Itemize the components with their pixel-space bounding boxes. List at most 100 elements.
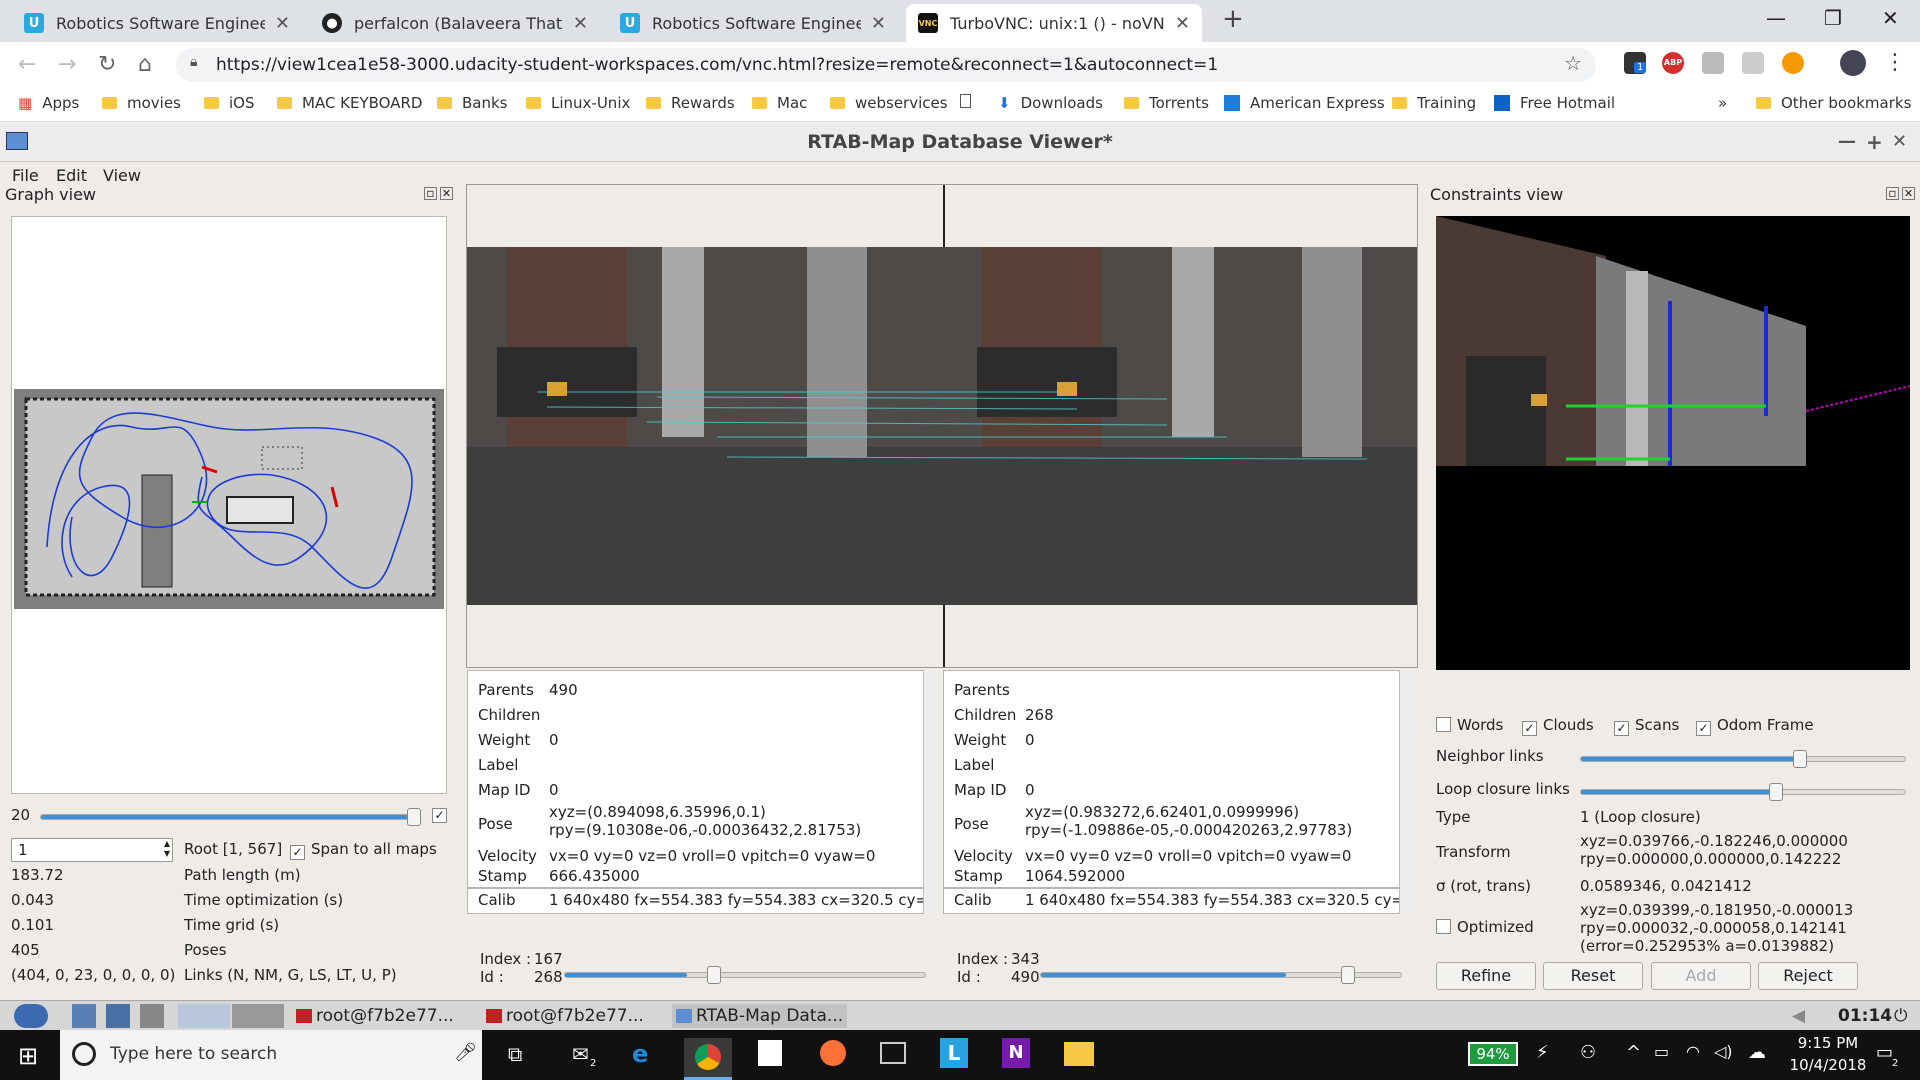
spin-arrows-icon[interactable]: ▲ ▼ (164, 839, 170, 859)
root-id-spinbox[interactable]: 1 ▲ ▼ (11, 838, 173, 862)
float-panel-icon[interactable]: ▫ (424, 187, 437, 200)
words-checkbox[interactable]: Words (1436, 716, 1503, 734)
add-button[interactable]: Add (1651, 962, 1751, 990)
wifi-icon[interactable]: ◠ (1686, 1042, 1700, 1061)
bookmark-page[interactable] (960, 94, 971, 108)
bookmark-mac[interactable]: Mac (752, 94, 807, 112)
microphone-icon[interactable]: 🎤︎ (454, 1042, 477, 1063)
bookmark-star-icon[interactable]: ☆ (1564, 51, 1582, 75)
power-icon[interactable]: ⏻ (1894, 1004, 1907, 1028)
windows-start-icon[interactable]: ⊞ (18, 1042, 38, 1070)
console-icon[interactable] (880, 1042, 906, 1064)
system-time[interactable]: 9:15 PM (1788, 1034, 1868, 1052)
bookmark-linux-unix[interactable]: Linux-Unix (526, 94, 630, 112)
menu-kebab-icon[interactable]: ⋮ (1884, 50, 1906, 75)
left-info-scrollbar[interactable] (923, 670, 941, 914)
bookmark-banks[interactable]: Banks (437, 94, 508, 112)
file-manager-icon[interactable] (72, 1004, 96, 1028)
edge-icon[interactable]: e (632, 1040, 648, 1068)
reload-icon[interactable]: ↻ (98, 52, 116, 77)
bookmark-ios[interactable]: iOS (204, 94, 255, 112)
firefox-icon[interactable] (820, 1040, 846, 1066)
people-icon[interactable]: ⚇ (1580, 1042, 1596, 1063)
bookmark-webservices[interactable]: webservices (830, 94, 948, 112)
close-window-button[interactable]: ✕ (1882, 6, 1899, 30)
onenote-icon[interactable]: N (1002, 1038, 1030, 1068)
close-tab-icon[interactable]: ✕ (871, 13, 886, 34)
lync-icon[interactable]: L (940, 1038, 968, 1068)
graph-iterations-slider[interactable] (40, 808, 421, 826)
onedrive-icon[interactable]: ☁ (1748, 1042, 1766, 1063)
vnc-start-icon[interactable] (14, 1004, 48, 1028)
minimize-window-button[interactable]: — (1766, 6, 1786, 30)
browser-tab-2[interactable]: ● perfalcon (Balaveera Thatikonda) ✕ (310, 4, 600, 42)
system-date[interactable]: 10/4/2018 (1788, 1056, 1868, 1074)
task-view-icon[interactable]: ⧉ (508, 1042, 522, 1066)
bookmark-rewards[interactable]: Rewards (646, 94, 735, 112)
close-tab-icon[interactable]: ✕ (573, 13, 588, 34)
forward-icon[interactable]: → (58, 52, 76, 77)
workspace-switcher-2[interactable] (232, 1004, 284, 1028)
network-icon[interactable] (106, 1004, 130, 1028)
extension-2-icon[interactable] (1702, 52, 1724, 74)
slider-handle[interactable] (1793, 750, 1807, 768)
store-icon[interactable] (758, 1040, 782, 1066)
close-tab-icon[interactable]: ✕ (275, 13, 290, 34)
bookmark-training[interactable]: Training (1392, 94, 1476, 112)
optimized-checkbox[interactable]: Optimized (1436, 918, 1534, 936)
right-index-slider[interactable] (1040, 966, 1402, 984)
bookmark-movies[interactable]: movies (102, 94, 181, 112)
graph-view-canvas[interactable] (11, 216, 447, 794)
app-minimize-icon[interactable]: — (1838, 122, 1856, 162)
new-tab-button[interactable]: + (1222, 4, 1244, 34)
maximize-window-button[interactable]: ❐ (1824, 6, 1842, 30)
volume-icon[interactable]: ◁) (1714, 1042, 1733, 1061)
adblock-icon[interactable]: ABP (1662, 52, 1684, 74)
browser-tab-4[interactable]: VNC TurboVNC: unix:1 () - noVNC ✕ (906, 4, 1202, 42)
slider-handle[interactable] (1769, 783, 1783, 801)
extension-4-icon[interactable] (1782, 52, 1804, 74)
chrome-taskbar-button[interactable] (684, 1038, 732, 1080)
span-all-maps-checkbox[interactable]: ✓ Span to all maps (290, 840, 437, 860)
action-center-icon[interactable]: ▭ (1876, 1042, 1893, 1063)
close-tab-icon[interactable]: ✕ (1175, 13, 1190, 34)
menu-file[interactable]: File (12, 166, 39, 185)
app-maximize-icon[interactable]: + (1866, 122, 1883, 162)
slider-handle[interactable] (1341, 966, 1355, 984)
clouds-checkbox[interactable]: ✓ Clouds (1522, 716, 1594, 736)
battery-indicator[interactable]: 94% (1468, 1042, 1518, 1066)
refine-button[interactable]: Refine (1436, 962, 1536, 990)
odom-frame-checkbox[interactable]: ✓ Odom Frame (1696, 716, 1814, 736)
bookmark-american-express[interactable]: American Express (1224, 94, 1385, 112)
vnc-task-terminal-2[interactable]: root@f7b2e77... (486, 1004, 644, 1028)
neighbor-links-slider[interactable] (1580, 750, 1906, 768)
bookmark-torrents[interactable]: Torrents (1124, 94, 1209, 112)
volume-icon[interactable]: ◀︎ (1792, 1004, 1805, 1028)
workspace-switcher[interactable] (178, 1004, 230, 1028)
right-info-scrollbar[interactable] (1399, 670, 1417, 914)
slider-handle[interactable] (407, 808, 421, 826)
menu-edit[interactable]: Edit (56, 166, 87, 185)
scans-checkbox[interactable]: ✓ Scans (1614, 716, 1679, 736)
bookmark-downloads[interactable]: ⬇ Downloads (998, 94, 1103, 112)
left-index-slider[interactable] (564, 966, 926, 984)
slider-handle[interactable] (707, 966, 721, 984)
more-bookmarks-button[interactable]: » (1718, 94, 1727, 112)
back-icon[interactable]: ← (18, 52, 36, 77)
loop-closure-links-slider[interactable] (1580, 783, 1906, 801)
desktop-icon[interactable] (140, 1004, 164, 1028)
close-panel-icon[interactable]: ✕ (1902, 187, 1915, 200)
show-hidden-icons[interactable]: ^ (1626, 1042, 1641, 1063)
bookmark-free-hotmail[interactable]: Free Hotmail (1494, 94, 1615, 112)
browser-tab-3[interactable]: U Robotics Software Engineer - Udacity ✕ (608, 4, 898, 42)
bookmark-apps[interactable]: ▦ Apps (18, 94, 79, 112)
taskbar-search[interactable]: Type here to search 🎤︎ (60, 1030, 482, 1080)
file-explorer-icon[interactable] (1064, 1042, 1094, 1066)
mail-icon[interactable]: ✉ (572, 1042, 589, 1066)
close-panel-icon[interactable]: ✕ (440, 187, 453, 200)
other-bookmarks[interactable]: Other bookmarks (1756, 94, 1911, 112)
float-panel-icon[interactable]: ▫ (1886, 187, 1899, 200)
menu-view[interactable]: View (103, 166, 141, 185)
reject-button[interactable]: Reject (1758, 962, 1858, 990)
vnc-task-terminal-1[interactable]: root@f7b2e77... (296, 1004, 454, 1028)
